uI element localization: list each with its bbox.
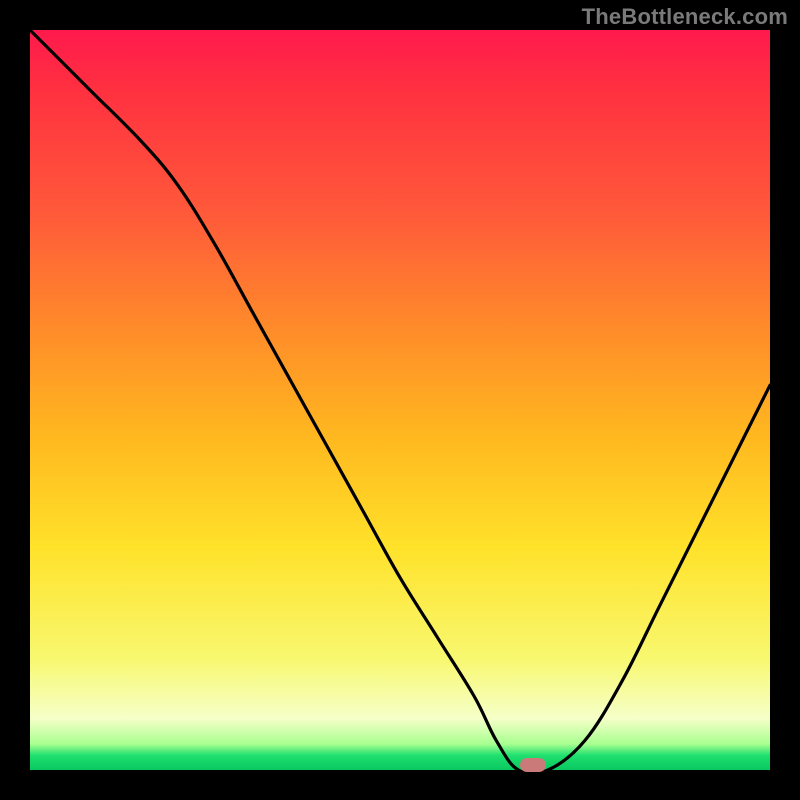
- bottleneck-curve: [30, 30, 770, 770]
- optimal-marker: [520, 758, 546, 772]
- watermark-text: TheBottleneck.com: [582, 4, 788, 30]
- plot-area: [30, 30, 770, 770]
- outer-frame: TheBottleneck.com: [0, 0, 800, 800]
- curve-path: [30, 30, 770, 770]
